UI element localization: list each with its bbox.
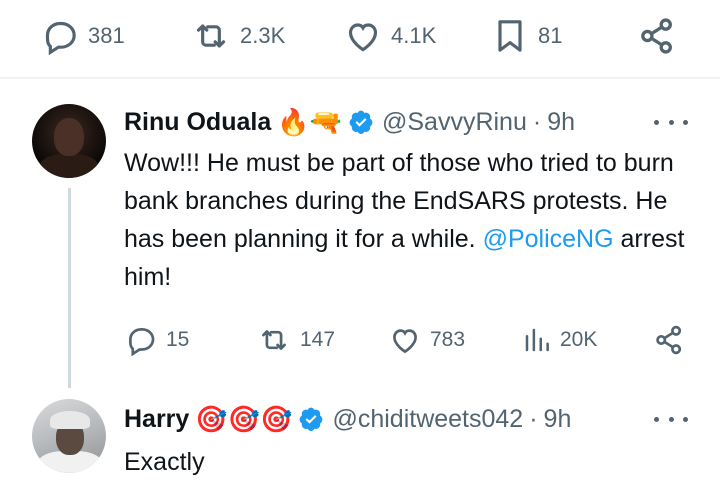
heart-icon bbox=[348, 23, 378, 52]
reply-timestamp[interactable]: 9h bbox=[544, 405, 572, 434]
bookmark-count: 81 bbox=[538, 23, 563, 48]
reply-author-emoji: 🎯🎯🎯 bbox=[195, 404, 293, 434]
repost-count: 2.3K bbox=[240, 23, 286, 48]
share-icon bbox=[656, 325, 682, 355]
author-emoji: 🔥🔫 bbox=[277, 107, 342, 137]
like-button[interactable]: 4.1K bbox=[343, 16, 436, 56]
like-count: 4.1K bbox=[391, 23, 437, 48]
reply-text: Exactly bbox=[124, 448, 205, 476]
avatar[interactable] bbox=[32, 399, 106, 473]
repost-icon bbox=[262, 330, 286, 350]
reply-button[interactable]: 381 bbox=[40, 16, 125, 56]
separator-dot: · bbox=[529, 404, 538, 433]
tweet-text: Wow!!! He must be part of those who trie… bbox=[124, 144, 704, 296]
reply-author-name[interactable]: Harry bbox=[124, 405, 189, 434]
author-handle[interactable]: @SavvyRinu bbox=[382, 108, 527, 137]
more-options-icon[interactable] bbox=[654, 409, 688, 429]
separator-dot: · bbox=[532, 107, 542, 136]
heart-icon bbox=[393, 329, 417, 354]
share-button[interactable] bbox=[636, 16, 678, 56]
reply-header: Harry 🎯🎯🎯 @chiditweets042 · 9h bbox=[124, 399, 571, 439]
verified-badge-icon bbox=[348, 109, 374, 135]
tweet-repost-count: 147 bbox=[300, 328, 336, 351]
tweet-views-count: 20K bbox=[560, 328, 598, 351]
tweet-share-button[interactable] bbox=[652, 322, 686, 358]
timestamp[interactable]: 9h bbox=[547, 108, 575, 137]
views-bar-chart-icon bbox=[525, 328, 549, 352]
tweet-repost-button[interactable]: 147 bbox=[256, 322, 335, 358]
tweet-views-button[interactable]: 20K bbox=[522, 322, 597, 358]
verified-badge-icon bbox=[298, 406, 324, 432]
thread-connector-line bbox=[68, 188, 71, 388]
repost-icon bbox=[196, 24, 226, 48]
mention-link[interactable]: @PoliceNG bbox=[483, 225, 614, 253]
share-icon bbox=[641, 18, 672, 54]
section-divider bbox=[0, 77, 720, 79]
tweet-reply-count: 15 bbox=[166, 328, 190, 351]
reply-author-handle[interactable]: @chiditweets042 bbox=[332, 405, 523, 434]
tweet-header: Rinu Oduala 🔥🔫 @SavvyRinu · 9h bbox=[124, 102, 575, 142]
bookmark-button[interactable]: 81 bbox=[490, 16, 562, 56]
tweet-like-button[interactable]: 783 bbox=[388, 322, 465, 358]
tweet-action-bar: 381 2.3K 4.1K 81 bbox=[0, 0, 720, 76]
reply-count: 381 bbox=[88, 23, 125, 48]
repost-button[interactable]: 2.3K bbox=[190, 16, 285, 56]
author-name[interactable]: Rinu Oduala bbox=[124, 108, 271, 137]
tweet-like-count: 783 bbox=[430, 328, 466, 351]
reply-bubble-icon bbox=[45, 21, 76, 56]
more-options-icon[interactable] bbox=[654, 112, 688, 132]
reply-bubble-icon bbox=[129, 328, 155, 357]
avatar[interactable] bbox=[32, 104, 106, 178]
bookmark-icon bbox=[498, 20, 522, 52]
tweet-reply-button[interactable]: 15 bbox=[124, 322, 189, 358]
